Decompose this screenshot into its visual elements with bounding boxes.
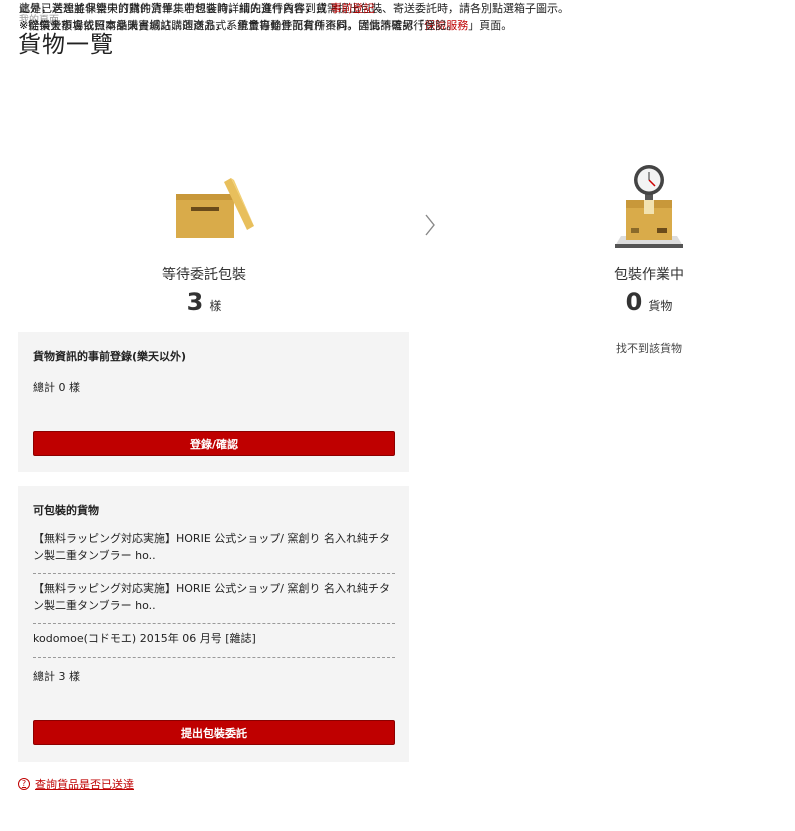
item-divider: [33, 573, 395, 574]
waiting-count-row: 3樣: [94, 288, 314, 316]
package-scale-icon[interactable]: [539, 164, 759, 264]
packable-panel: 可包裝的貨物 【無料ラッピング対応実施】HORIE 公式ショップ/ 窯創り 名入…: [18, 486, 409, 762]
chevron-right-icon: [425, 214, 435, 236]
register-confirm-button[interactable]: 登錄/確認: [33, 431, 395, 456]
check-delivery-link[interactable]: ? 查詢貨品是否已送達: [18, 776, 134, 792]
packing-count: 0: [625, 288, 643, 316]
packing-count-row: 0 貨物: [539, 288, 759, 316]
list-item[interactable]: 【無料ラッピング対応実施】HORIE 公式ショップ/ 窯創り 名入れ純チタン製二…: [33, 580, 395, 614]
question-circle-icon: ?: [18, 778, 30, 790]
packable-title: 可包裝的貨物: [33, 504, 99, 517]
packing-status[interactable]: 包裝作業中 0 貨物 找不到該貨物: [539, 164, 759, 356]
intro-line-3-prefix: 此外，若想將非樂天訂購的貨件集中包裝時，請先進行貨件到貨: [19, 2, 327, 15]
intro-line-3-suffix: 。: [378, 2, 389, 15]
preregister-panel: 貨物資訊的事前登錄(樂天以外) 總計 0 樣 登錄/確認: [18, 332, 409, 472]
preregister-title: 貨物資訊的事前登錄(樂天以外): [33, 350, 187, 363]
intro-block-2: 此外，若想將非樂天訂購的貨件集中包裝時，請先進行貨件到貨 事前登記 。 ※從樂天…: [19, 0, 779, 34]
open-box-icon[interactable]: [94, 176, 314, 264]
list-item[interactable]: 【無料ラッピング対応実施】HORIE 公式ショップ/ 窯創り 名入れ純チタン製二…: [33, 530, 395, 564]
packable-total: 總計 3 樣: [33, 670, 80, 683]
item-divider: [33, 623, 395, 624]
submit-packing-request-button[interactable]: 提出包裝委託: [33, 720, 395, 745]
packing-label: 包裝作業中: [614, 267, 684, 283]
waiting-unit: 樣: [209, 299, 222, 313]
list-item[interactable]: kodomoe(コドモエ) 2015年 06 月号 [雜誌]: [33, 630, 395, 647]
intro-line-4: ※從樂天市場或日本樂天書城訂購的商品，系統會自動登記貨件資料，因此不需另行登記。: [19, 19, 458, 32]
packing-unit: 貨物: [648, 299, 673, 313]
check-delivery-label: 查詢貨品是否已送達: [35, 778, 134, 791]
packing-empty-note: 找不到該貨物: [616, 342, 682, 355]
preregister-total: 總計 0 樣: [33, 381, 80, 394]
item-divider: [33, 657, 395, 658]
waiting-label: 等待委託包裝: [162, 267, 246, 283]
waiting-count: 3: [186, 288, 204, 316]
intro-line-3: 此外，若想將非樂天訂購的貨件集中包裝時，請先進行貨件到貨 事前登記 。: [19, 0, 779, 17]
waiting-status[interactable]: 等待委託包裝 3樣: [94, 176, 314, 316]
pre-registration-link[interactable]: 事前登記: [331, 2, 375, 15]
